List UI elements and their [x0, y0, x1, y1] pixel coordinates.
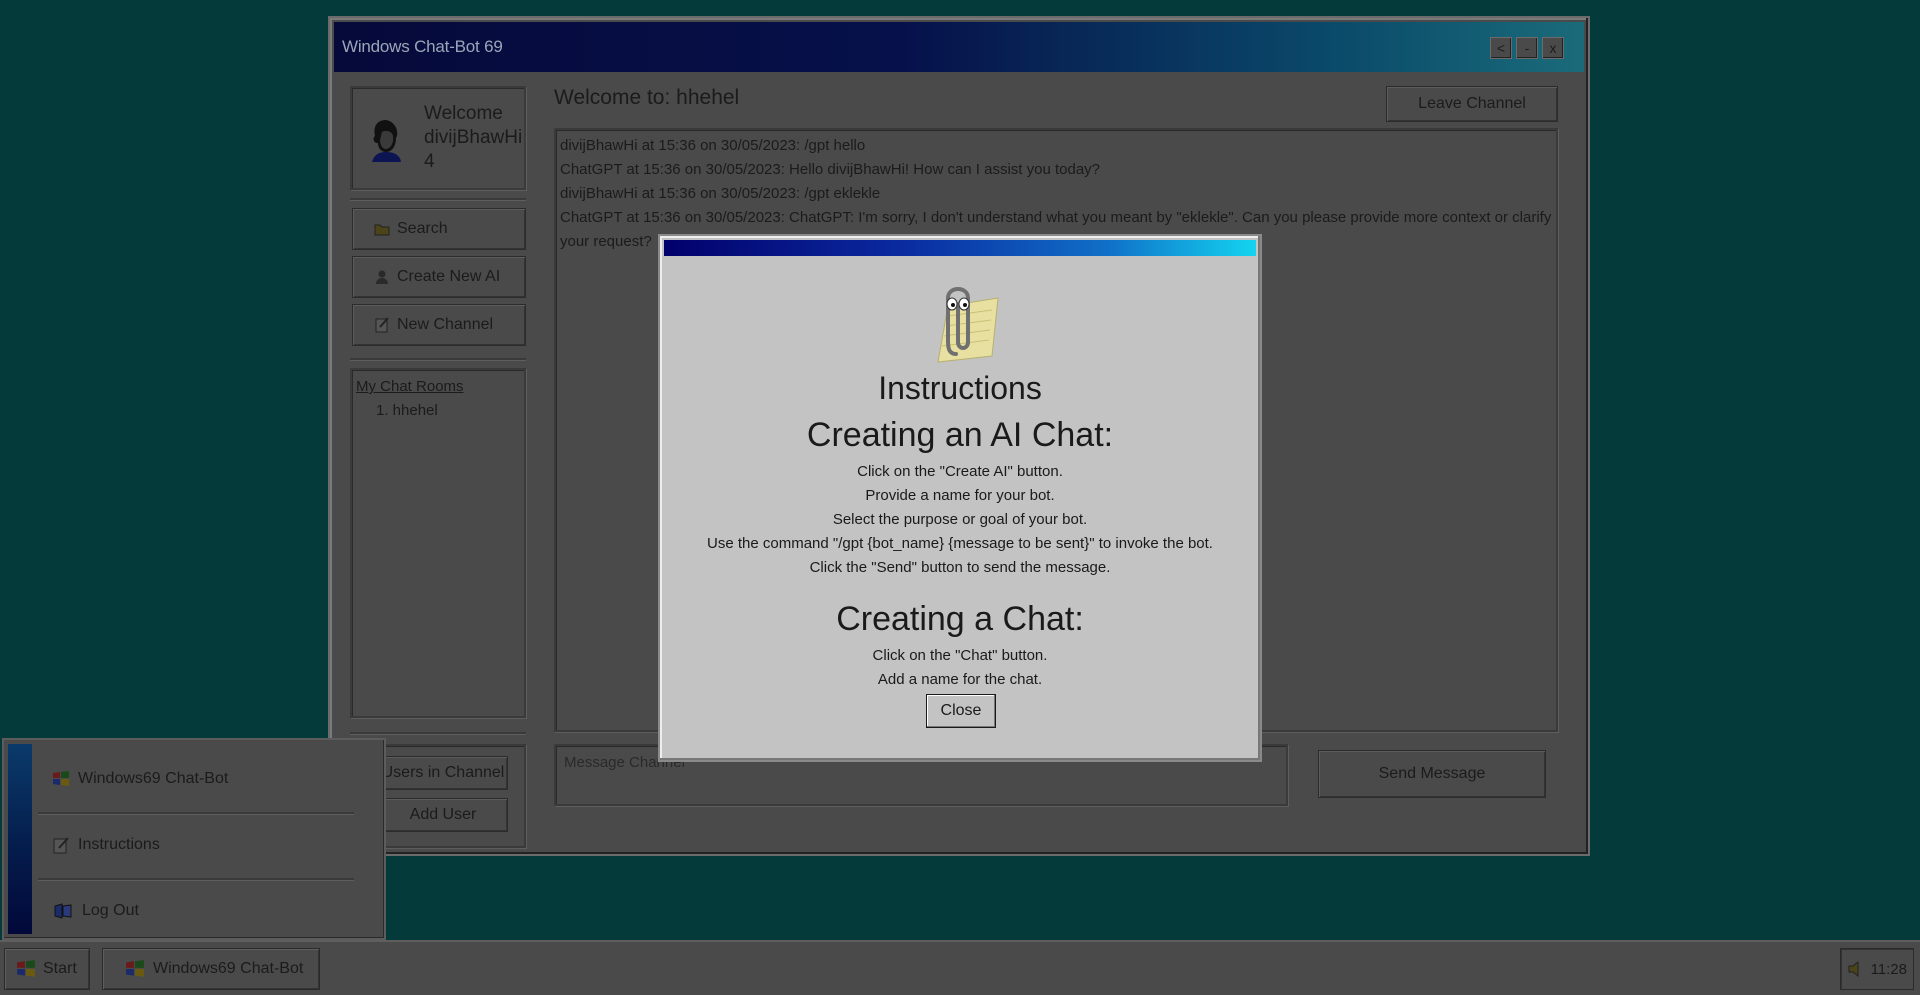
- title-bar[interactable]: Windows Chat-Bot 69 < - x: [334, 22, 1584, 72]
- chat-message: ChatGPT at 15:36 on 30/05/2023: Hello di…: [560, 161, 1101, 178]
- new-channel-label: New Channel: [397, 316, 494, 333]
- search-button-label: Search: [397, 220, 448, 237]
- users-in-channel-button[interactable]: Users in Channel: [378, 756, 508, 790]
- new-channel-button[interactable]: New Channel: [352, 304, 526, 346]
- back-button[interactable]: <: [1490, 37, 1512, 59]
- taskbar-app-button[interactable]: Windows69 Chat-Bot: [102, 948, 320, 990]
- window-title: Windows Chat-Bot 69: [342, 37, 503, 56]
- window-controls: < - x: [1490, 37, 1564, 59]
- create-new-ai-label: Create New AI: [397, 268, 501, 285]
- minimize-button[interactable]: -: [1516, 37, 1538, 59]
- notepad-icon: [373, 316, 391, 334]
- windows-logo-icon: [17, 960, 35, 977]
- chat-message: divijBhawHi at 15:36 on 30/05/2023: /gpt…: [560, 137, 866, 154]
- start-menu-item-chatbot[interactable]: Windows69 Chat-Bot: [52, 764, 228, 794]
- instruction-line: Select the purpose or goal of your bot.: [832, 511, 1088, 528]
- start-menu-banner: [8, 744, 32, 934]
- modal-title-bar: [664, 240, 1256, 256]
- send-message-button[interactable]: Send Message: [1318, 750, 1546, 798]
- chat-instructions: Click on the "Chat" button. Add a name f…: [660, 644, 1260, 692]
- modal-close-button[interactable]: Close: [926, 694, 996, 728]
- chat-rooms-header[interactable]: My Chat Rooms: [356, 378, 464, 395]
- username-line-2: 4: [424, 151, 435, 172]
- welcome-text: Welcome divijBhawHi 4: [424, 102, 524, 174]
- sidebar-divider: [350, 732, 526, 734]
- ai-chat-instructions: Click on the "Create AI" button. Provide…: [660, 460, 1260, 580]
- user-add-icon: [373, 268, 391, 286]
- instruction-line: Use the command "/gpt {bot_name} {messag…: [707, 535, 1213, 552]
- clock: 11:28: [1870, 960, 1907, 978]
- modal-title: Instructions: [878, 370, 1042, 406]
- start-menu-item-label: Windows69 Chat-Bot: [78, 770, 229, 787]
- paperclip-assistant-icon: [937, 287, 999, 363]
- username-line-1: divijBhawHi: [424, 127, 523, 148]
- taskbar-app-label: Windows69 Chat-Bot: [153, 960, 304, 977]
- instruction-line: Add a name for the chat.: [877, 671, 1043, 688]
- instructions-modal: Instructions Creating an AI Chat: Click …: [658, 234, 1262, 762]
- start-menu-item-log-out[interactable]: Log Out: [52, 896, 139, 926]
- close-window-button[interactable]: x: [1542, 37, 1564, 59]
- volume-icon[interactable]: [1847, 960, 1863, 978]
- start-button-label: Start: [43, 960, 77, 977]
- windows-logo-icon: [126, 960, 144, 977]
- start-menu-item-instructions[interactable]: Instructions: [52, 830, 160, 860]
- system-tray: 11:28: [1840, 948, 1914, 990]
- user-avatar-icon: [372, 120, 401, 162]
- instruction-line: Click on the "Chat" button.: [872, 647, 1048, 664]
- log-out-icon: [54, 903, 72, 919]
- search-button[interactable]: Search: [352, 208, 526, 250]
- leave-channel-button[interactable]: Leave Channel: [1386, 86, 1558, 122]
- taskbar: Start Windows69 Chat-Bot 11:28: [0, 940, 1920, 995]
- section-heading-chat: Creating a Chat:: [836, 600, 1084, 638]
- start-menu: Windows69 Chat-Bot Instructions Log Out: [2, 738, 386, 940]
- windows-logo-icon: [53, 771, 69, 786]
- add-user-button[interactable]: Add User: [378, 798, 508, 832]
- sidebar-divider: [350, 198, 526, 200]
- welcome-panel: Welcome divijBhawHi 4: [350, 86, 526, 190]
- instruction-line: Click on the "Create AI" button.: [857, 463, 1063, 480]
- start-menu-item-label: Instructions: [78, 836, 160, 853]
- start-menu-divider: [38, 878, 354, 880]
- create-new-ai-button[interactable]: Create New AI: [352, 256, 526, 298]
- start-button[interactable]: Start: [4, 948, 90, 990]
- folder-icon: [373, 220, 391, 238]
- chat-room-item[interactable]: 1. hhehel: [376, 402, 438, 419]
- sidebar-divider: [350, 358, 526, 360]
- instruction-line: Provide a name for your bot.: [865, 487, 1055, 504]
- start-menu-divider: [38, 812, 354, 814]
- instruction-line: Click the "Send" button to send the mess…: [809, 559, 1111, 576]
- start-menu-item-label: Log Out: [82, 902, 139, 919]
- chat-message: divijBhawHi at 15:36 on 30/05/2023: /gpt…: [560, 185, 881, 202]
- section-heading-ai-chat: Creating an AI Chat:: [806, 416, 1114, 454]
- chat-rooms-panel: My Chat Rooms 1. hhehel: [350, 368, 526, 718]
- welcome-label: Welcome: [424, 103, 503, 124]
- channel-title: Welcome to: hhehel: [554, 86, 740, 109]
- notepad-icon: [53, 837, 69, 854]
